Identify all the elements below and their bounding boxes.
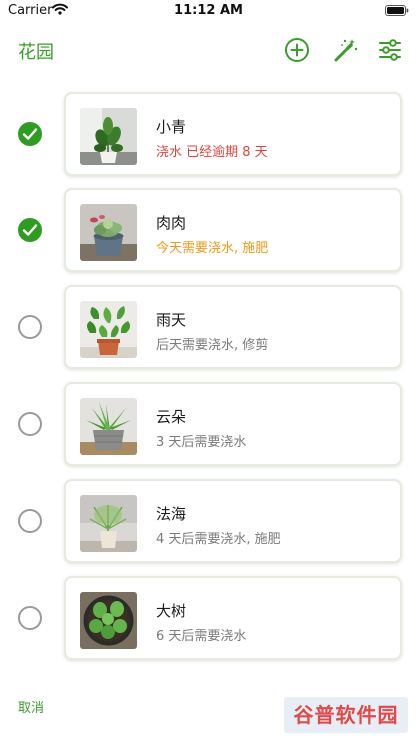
select-checkbox[interactable] xyxy=(18,122,42,146)
plant-row: 肉肉 今天需要浇水, 施肥 xyxy=(0,186,417,274)
magic-wand-icon xyxy=(334,39,358,62)
select-checkbox[interactable] xyxy=(18,606,42,630)
plant-status: 浇水 已经逾期 8 天 xyxy=(156,145,268,160)
sliders-icon xyxy=(379,39,401,61)
plant-photo xyxy=(80,495,137,552)
plant-row: 雨天 后天需要浇水, 修剪 xyxy=(0,283,417,371)
plant-photo xyxy=(80,301,137,358)
plant-photo xyxy=(80,592,137,649)
plant-name: 大树 xyxy=(156,602,187,620)
select-checkbox[interactable] xyxy=(18,412,42,436)
add-plant-button[interactable] xyxy=(283,36,311,64)
plant-card[interactable]: 小青 浇水 已经逾期 8 天 xyxy=(64,92,402,176)
plant-card[interactable]: 肉肉 今天需要浇水, 施肥 xyxy=(64,188,402,272)
plant-status: 3 天后需要浇水 xyxy=(156,435,247,450)
battery-icon xyxy=(385,5,409,16)
plant-card[interactable]: 云朵 3 天后需要浇水 xyxy=(64,382,402,466)
status-bar: Carrier 11:12 AM xyxy=(0,0,417,22)
magic-wand-button[interactable] xyxy=(331,36,359,64)
plant-photo xyxy=(80,204,137,261)
status-time: 11:12 AM xyxy=(174,3,243,18)
nav-bar: 花园 xyxy=(0,30,417,70)
plant-name: 肉肉 xyxy=(156,214,187,232)
select-checkbox[interactable] xyxy=(18,218,42,242)
select-checkbox[interactable] xyxy=(18,509,42,533)
plant-name: 云朵 xyxy=(156,408,187,426)
plant-row: 小青 浇水 已经逾期 8 天 xyxy=(0,90,417,178)
settings-button[interactable] xyxy=(376,36,404,64)
plant-status: 6 天后需要浇水 xyxy=(156,629,247,644)
plant-status: 4 天后需要浇水, 施肥 xyxy=(156,532,281,547)
checkmark-icon xyxy=(22,128,38,140)
plant-row: 法海 4 天后需要浇水, 施肥 xyxy=(0,477,417,565)
plant-name: 法海 xyxy=(156,505,187,523)
plant-photo xyxy=(80,398,137,455)
checkmark-icon xyxy=(22,224,38,236)
watermark: 谷普软件园 xyxy=(284,697,408,733)
plant-card[interactable]: 大树 6 天后需要浇水 xyxy=(64,576,402,660)
plant-name: 小青 xyxy=(156,118,187,136)
page-title: 花园 xyxy=(18,42,54,63)
plant-photo xyxy=(80,108,137,165)
cancel-button[interactable]: 取消 xyxy=(18,697,44,716)
plus-circle-icon xyxy=(285,38,309,62)
plant-status: 今天需要浇水, 施肥 xyxy=(156,241,269,256)
plant-status: 后天需要浇水, 修剪 xyxy=(156,338,269,353)
plant-row: 云朵 3 天后需要浇水 xyxy=(0,380,417,468)
plant-name: 雨天 xyxy=(156,311,187,329)
plant-row: 大树 6 天后需要浇水 xyxy=(0,574,417,662)
plant-card[interactable]: 法海 4 天后需要浇水, 施肥 xyxy=(64,479,402,563)
plant-card[interactable]: 雨天 后天需要浇水, 修剪 xyxy=(64,285,402,369)
select-checkbox[interactable] xyxy=(18,315,42,339)
